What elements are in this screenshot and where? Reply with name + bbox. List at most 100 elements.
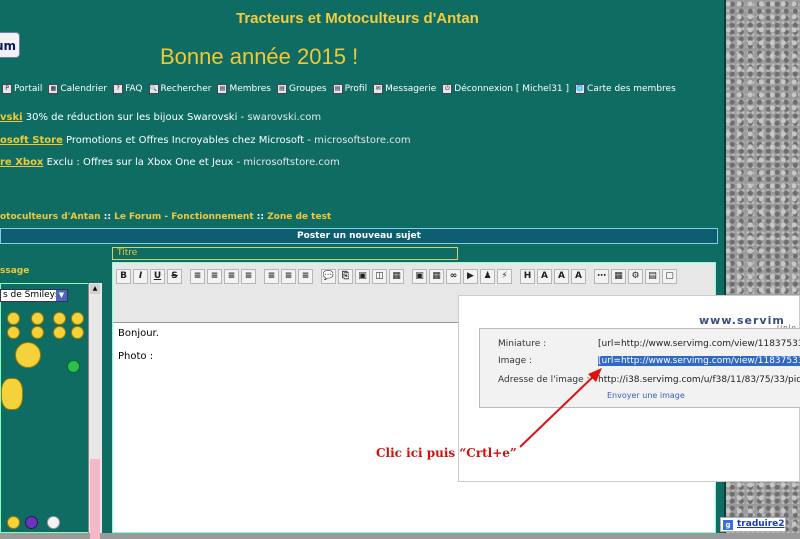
send-image-link[interactable]: Envoyer une image [607,391,685,400]
nav-item-carte[interactable]: 🌐 Carte des membres [575,84,676,94]
align-left-button[interactable]: ≡ [190,269,205,284]
greeting-banner: Bonne année 2015 ! [160,44,359,69]
link-icon[interactable]: ∞ [446,269,461,284]
ad-site[interactable]: microsoftstore.com [314,135,410,146]
source-icon[interactable]: ▢ [662,269,677,284]
smiley-icon[interactable] [31,326,44,339]
list-button[interactable]: ≡ [264,269,279,284]
smiley-category-select[interactable]: s de Smileys ▼ [0,289,68,302]
logout-icon: ⏻ [442,84,453,94]
thumbs-smiley-icon[interactable] [1,378,23,410]
address-label: Adresse de l'image : [498,375,590,385]
purple-smiley-icon[interactable] [25,516,38,529]
ad-line-microsoft: osoft Store Promotions et Offres Incroya… [0,135,411,146]
code-icon[interactable]: ⎘ [338,269,353,284]
image-icon[interactable]: ▣ [412,269,427,284]
nav-item-profil[interactable]: ▤ Profil [332,84,367,94]
scroll-up-icon[interactable]: ▲ [90,284,100,294]
smiley-icon[interactable] [53,312,66,325]
chevron-down-icon[interactable]: ▼ [56,290,67,301]
heading-icon[interactable]: H [520,269,535,284]
white-smiley-icon[interactable] [47,516,60,529]
nav-item-membres[interactable]: ▤ Membres [217,84,271,94]
hide-icon[interactable]: ◫ [372,269,387,284]
portal-icon: P [2,84,12,94]
servimg-logo: www.servim Uplo [699,314,796,332]
date-icon[interactable]: ▦ [611,269,626,284]
table-icon[interactable]: ▦ [389,269,404,284]
font-icon[interactable]: A [554,269,569,284]
nav-item-rechercher[interactable]: 🔍 Rechercher [148,84,211,94]
smiley-icon[interactable] [31,312,44,325]
nav-item-groupes[interactable]: ▤ Groupes [276,84,327,94]
color-icon[interactable]: A [537,269,552,284]
calendar-icon: ▦ [48,84,59,94]
title-field-label[interactable]: Titre [112,247,458,260]
dailymotion-icon[interactable]: ♟ [480,269,495,284]
green-smiley-icon[interactable] [67,360,80,373]
nav-item-messagerie[interactable]: ✉ Messagerie [373,84,436,94]
forum-button[interactable]: um [0,32,20,58]
ad-site[interactable]: microsoftstore.com [243,157,339,168]
ad-keyword-link[interactable]: vski [0,112,23,123]
italic-button[interactable]: I [133,269,148,284]
breadcrumb-zone[interactable]: Zone de test [267,212,331,222]
image-code[interactable]: [url=http://www.servimg.com/view/1183753… [598,356,800,366]
paste-icon[interactable]: ▤ [645,269,660,284]
smiley-icon[interactable] [7,312,20,325]
address-code[interactable]: http://i38.servimg.com/u/f38/11/83/75/33… [598,375,800,385]
nav-item-deconnexion[interactable]: ⏻ Déconnexion [ Michel31 ] [442,84,569,94]
smiley-icon[interactable] [53,326,66,339]
quote-icon[interactable]: 💬 [321,269,336,284]
smiley-panel [0,283,102,533]
mail-icon: ✉ [373,84,384,94]
globe-icon: 🌐 [575,84,586,94]
smiley-icon[interactable] [71,312,84,325]
translate-widget[interactable]: g traduire2 [720,517,786,532]
flash-icon[interactable]: ⚡ [497,269,512,284]
editor-toolbar: B I U S ≡ ≡ ≡ ≡ ≡ ≡ ≡ 💬 ⎘ ▣ ◫ ▦ ▣ ▦ ∞ ▶ … [116,268,716,287]
ad-keyword-link[interactable]: osoft Store [0,135,63,146]
align-center-button[interactable]: ≡ [207,269,222,284]
underline-button[interactable]: U [150,269,165,284]
justify-button[interactable]: ≡ [241,269,256,284]
search-icon: 🔍 [148,84,159,94]
faq-icon: ? [113,84,124,94]
miniature-code[interactable]: [url=http://www.servimg.com/view/1183753… [598,339,800,349]
big-smiley-icon[interactable] [15,342,41,368]
smiley-scrollbar[interactable]: ▲ [88,283,102,539]
list-numbered-button[interactable]: ≡ [281,269,296,284]
breadcrumb: otoculteurs d'Antan :: Le Forum - Foncti… [0,212,332,222]
ad-site[interactable]: swarovski.com [247,112,321,123]
spoiler-icon[interactable]: ▣ [355,269,370,284]
translate-link[interactable]: traduire2 [737,519,785,529]
breadcrumb-forum[interactable]: Le Forum - Fonctionnement [114,212,254,222]
nav-item-calendrier[interactable]: ▦ Calendrier [48,84,107,94]
more-icon[interactable]: ⋯ [594,269,609,284]
bold-button[interactable]: B [116,269,131,284]
members-icon: ▤ [217,84,228,94]
google-icon: g [723,520,733,530]
nav-bar: P Portail ▦ Calendrier ? FAQ 🔍 Rechercher ▤ M… [2,84,676,94]
smiley-icon[interactable] [7,516,20,529]
groups-icon: ▤ [276,84,287,94]
site-title[interactable]: Tracteurs et Motoculteurs d'Antan [236,10,479,27]
youtube-icon[interactable]: ▶ [463,269,478,284]
nav-item-portail[interactable]: P Portail [2,84,42,94]
ad-line-swarovski: vski 30% de réduction sur les bijoux Swa… [0,112,322,123]
breadcrumb-root[interactable]: otoculteurs d'Antan [0,212,101,222]
post-header: Poster un nouveau sujet [0,228,718,244]
smiley-icon[interactable] [71,326,84,339]
strike-button[interactable]: S [167,269,182,284]
align-right-button[interactable]: ≡ [224,269,239,284]
indent-button[interactable]: ≡ [298,269,313,284]
scroll-thumb[interactable] [90,459,100,539]
nav-item-faq[interactable]: ? FAQ [113,84,143,94]
annotation-text: Clic ici puis “Crtl+e” [376,446,517,460]
profile-icon: ▤ [332,84,343,94]
ad-keyword-link[interactable]: re Xbox [0,157,43,168]
smiley-icon[interactable] [7,326,20,339]
settings-icon[interactable]: ⚙ [628,269,643,284]
size-icon[interactable]: A [571,269,586,284]
host-image-icon[interactable]: ▦ [429,269,444,284]
